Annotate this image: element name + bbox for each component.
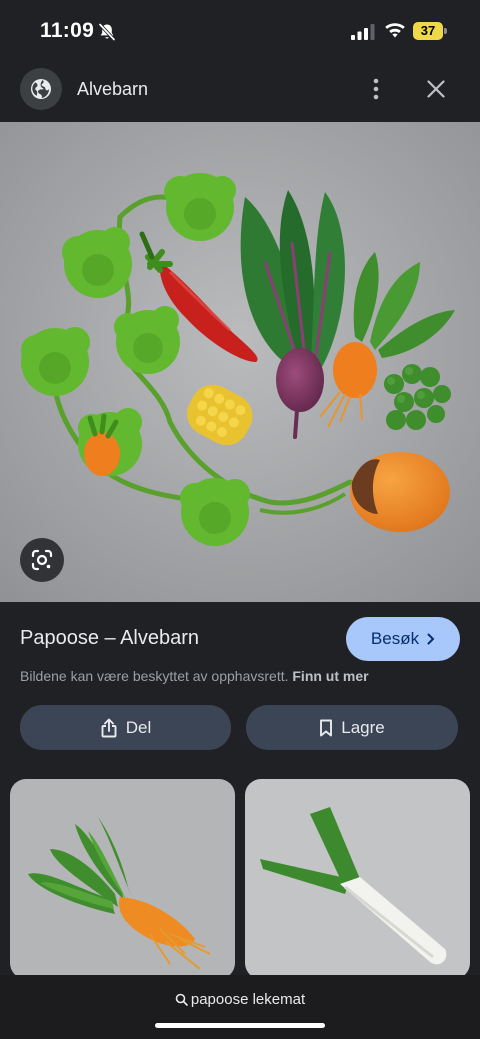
globe-icon [31,79,51,99]
save-label: Lagre [341,717,385,737]
share-icon [101,718,117,737]
battery-icon: 37 [413,22,447,40]
battery-level: 37 [420,23,436,38]
search-icon [175,993,188,1006]
search-query-text: papoose lekemat [190,991,306,1008]
close-icon [427,80,445,98]
status-bar: 11:09 37 [0,0,480,62]
search-query[interactable]: papoose lekemat [0,991,480,1008]
bottom-search-bar[interactable]: papoose lekemat [0,975,480,1039]
copyright-text: Bildene kan være beskyttet av opphavsret… [20,668,289,684]
copyright-notice: Bildene kan være beskyttet av opphavsret… [20,668,369,684]
save-button[interactable]: Lagre [246,705,458,750]
share-button[interactable]: Del [20,705,231,750]
related-image-carrot[interactable] [10,779,235,979]
main-image[interactable] [0,122,480,602]
visit-button[interactable]: Besøk [346,617,460,661]
site-name: Alvebarn [77,79,149,99]
google-lens-icon [31,549,53,571]
leek-photo [245,779,470,979]
chevron-right-icon [427,633,435,645]
learn-more-link[interactable]: Finn ut mer [292,668,368,684]
bell-slash-icon [98,23,116,41]
site-favicon[interactable] [20,68,62,110]
cellular-signal-icon [351,24,375,40]
more-vertical-icon [373,78,379,100]
bookmark-icon [320,719,333,736]
lens-button[interactable] [20,538,64,582]
page-header: Alvebarn [0,62,480,122]
home-indicator [155,1023,325,1028]
close-button[interactable] [421,74,451,104]
more-options-button[interactable] [362,74,390,104]
clock-time: 11:09 [40,19,95,42]
share-label: Del [125,717,152,737]
result-title: Papoose – Alvebarn [20,627,200,649]
related-image-leek[interactable] [245,779,470,979]
wifi-icon [385,23,405,38]
visit-label: Besøk [370,629,420,648]
carrot-photo [10,779,235,979]
felt-vegetables-photo [0,122,480,602]
